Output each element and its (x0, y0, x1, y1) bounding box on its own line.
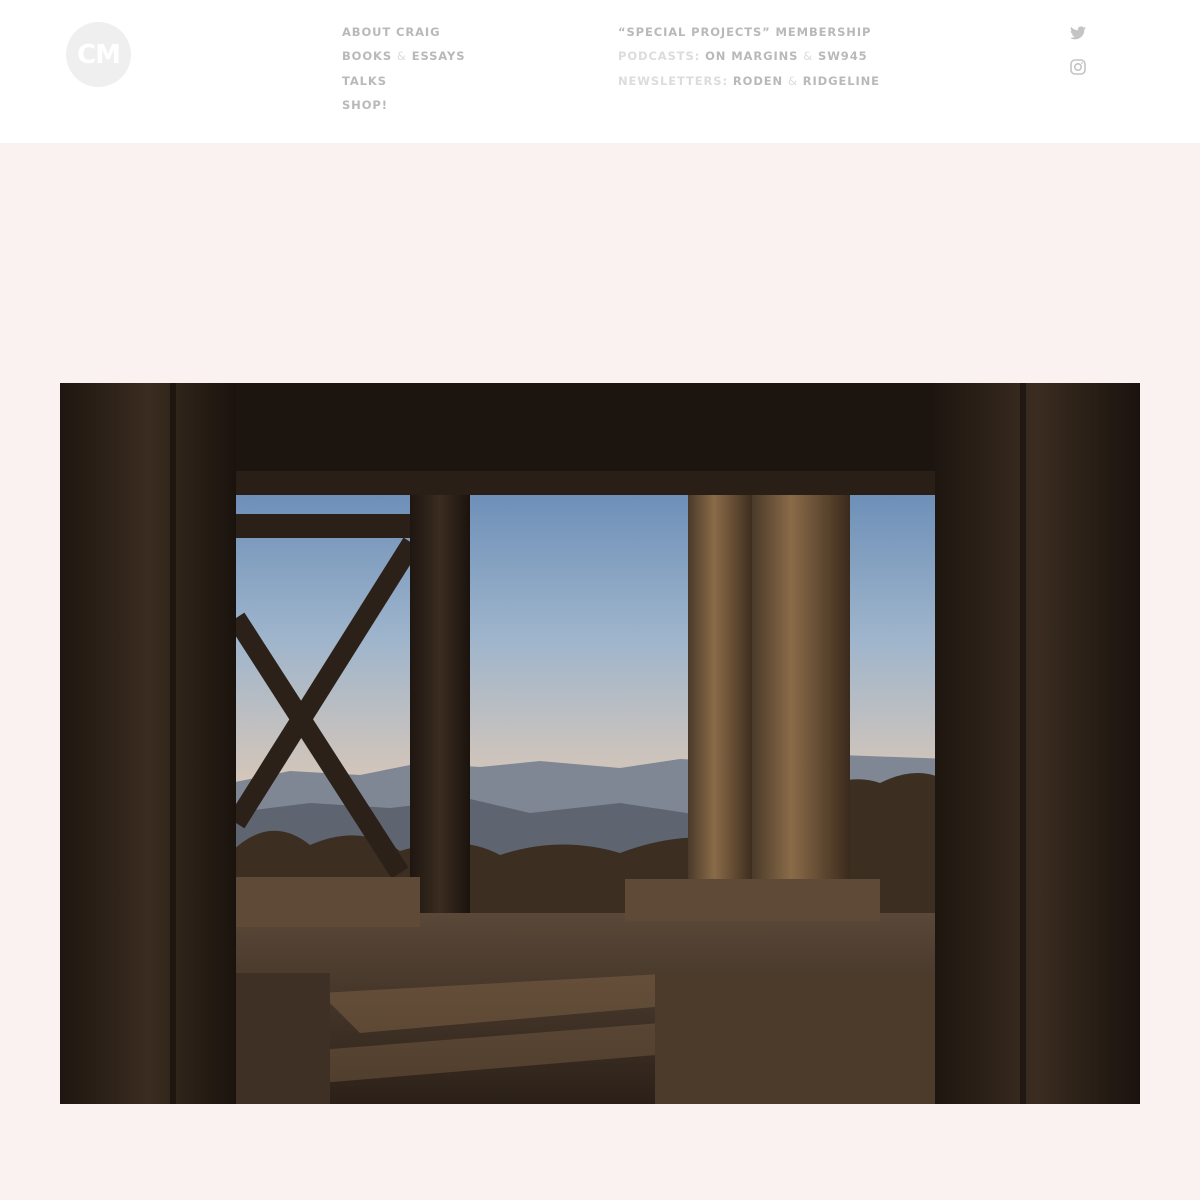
newsletters-label: NEWSLETTERS: (618, 73, 728, 88)
bench (625, 879, 880, 921)
nav-on-margins[interactable]: ON MARGINS (705, 49, 798, 63)
nav-essays[interactable]: ESSAYS (412, 49, 466, 63)
podcasts-label: PODCASTS: (618, 49, 701, 64)
logo-text: CM (77, 39, 121, 70)
nav-shop[interactable]: SHOP! (342, 98, 388, 112)
nav-special-projects-membership[interactable]: “SPECIAL PROJECTS” MEMBERSHIP (618, 25, 871, 39)
instagram-icon[interactable] (1070, 59, 1086, 79)
twitter-icon[interactable] (1070, 25, 1086, 44)
nav-about-craig[interactable]: ABOUT CRAIG (342, 25, 440, 39)
post (410, 495, 470, 935)
bench (655, 973, 935, 1104)
nav-roden[interactable]: RODEN (733, 74, 783, 88)
logo[interactable]: CM (66, 22, 131, 87)
primary-nav: ABOUT CRAIG BOOKS & ESSAYS TALKS SHOP! (342, 24, 465, 121)
ampersand: & (787, 73, 798, 88)
bench (230, 973, 330, 1104)
foreground-post (935, 383, 1140, 1104)
bench (230, 877, 420, 927)
foreground-post (60, 383, 236, 1104)
secondary-nav: “SPECIAL PROJECTS” MEMBERSHIP PODCASTS: … (618, 24, 880, 97)
ampersand: & (803, 49, 814, 64)
site-header: CM ABOUT CRAIG BOOKS & ESSAYS TALKS SHOP… (0, 0, 1200, 143)
post (688, 495, 754, 885)
nav-books[interactable]: BOOKS (342, 49, 392, 63)
cross-beam (236, 514, 416, 538)
hero-photo (60, 383, 1140, 1104)
roof-beam (230, 471, 950, 495)
nav-talks[interactable]: TALKS (342, 74, 387, 88)
ampersand: & (396, 49, 407, 64)
nav-ridgeline[interactable]: RIDGELINE (803, 74, 880, 88)
nav-sw945[interactable]: SW945 (818, 49, 867, 63)
